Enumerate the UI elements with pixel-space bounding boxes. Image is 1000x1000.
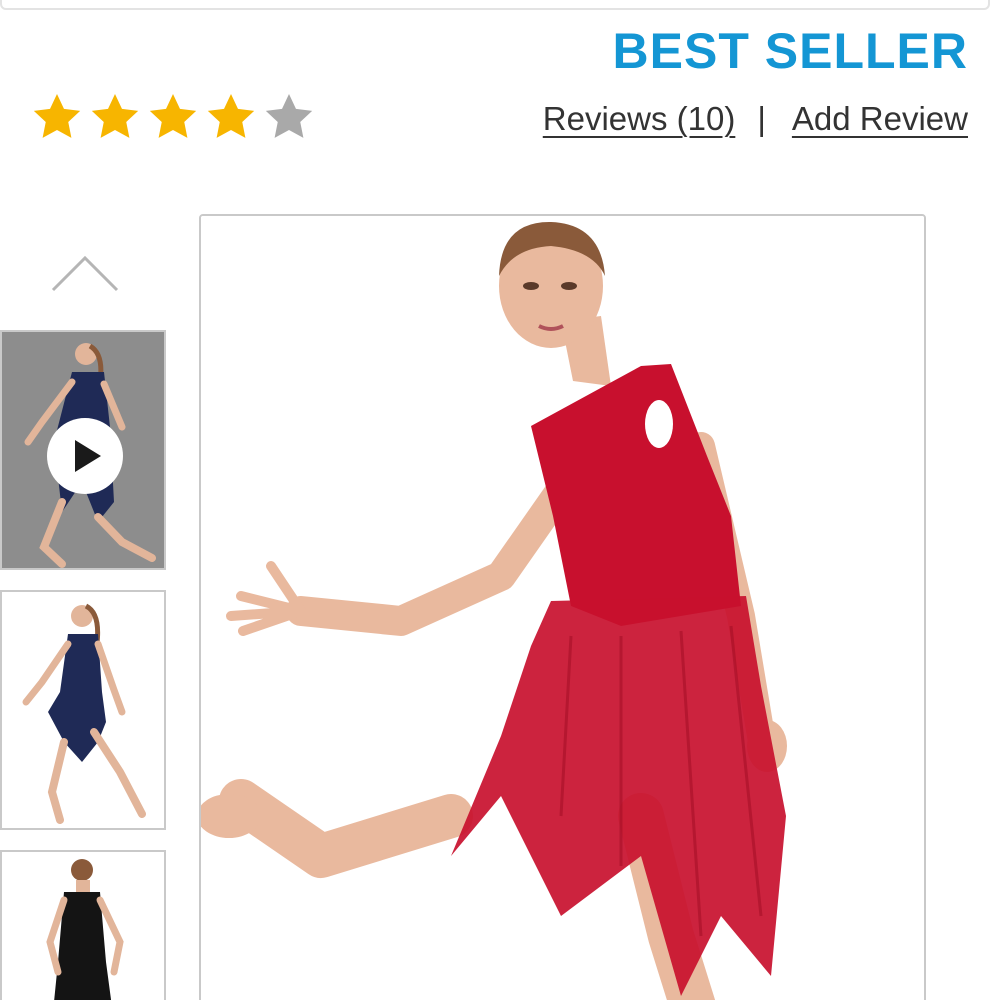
- link-separator: |: [757, 100, 766, 137]
- header-divider: [0, 0, 990, 10]
- thumbnail-image: [2, 592, 164, 828]
- play-video-button[interactable]: [47, 418, 123, 494]
- gallery-thumbnail[interactable]: [0, 850, 166, 1000]
- gallery-thumbnail-video[interactable]: [0, 330, 166, 570]
- best-seller-badge: BEST SELLER: [612, 23, 968, 79]
- star-icon: [207, 94, 255, 138]
- star-icon: [33, 94, 81, 138]
- dancer-in-red-dress-image: [201, 216, 924, 1000]
- gallery-thumbnail[interactable]: [0, 590, 166, 830]
- star-icon: [91, 94, 139, 138]
- star-rating[interactable]: [30, 90, 316, 144]
- thumbnail-image: [2, 852, 164, 1000]
- star-icon: [265, 94, 313, 138]
- reviews-links: Reviews (10) | Add Review: [543, 100, 968, 138]
- main-product-image[interactable]: [199, 214, 926, 1000]
- add-review-link[interactable]: Add Review: [792, 100, 968, 138]
- product-page: BEST SELLER Reviews (10) | Add Review: [0, 0, 1000, 1000]
- reviews-link[interactable]: Reviews (10): [543, 100, 736, 138]
- star-icon: [149, 94, 197, 138]
- chevron-up-icon[interactable]: [50, 250, 120, 295]
- play-icon: [75, 440, 101, 472]
